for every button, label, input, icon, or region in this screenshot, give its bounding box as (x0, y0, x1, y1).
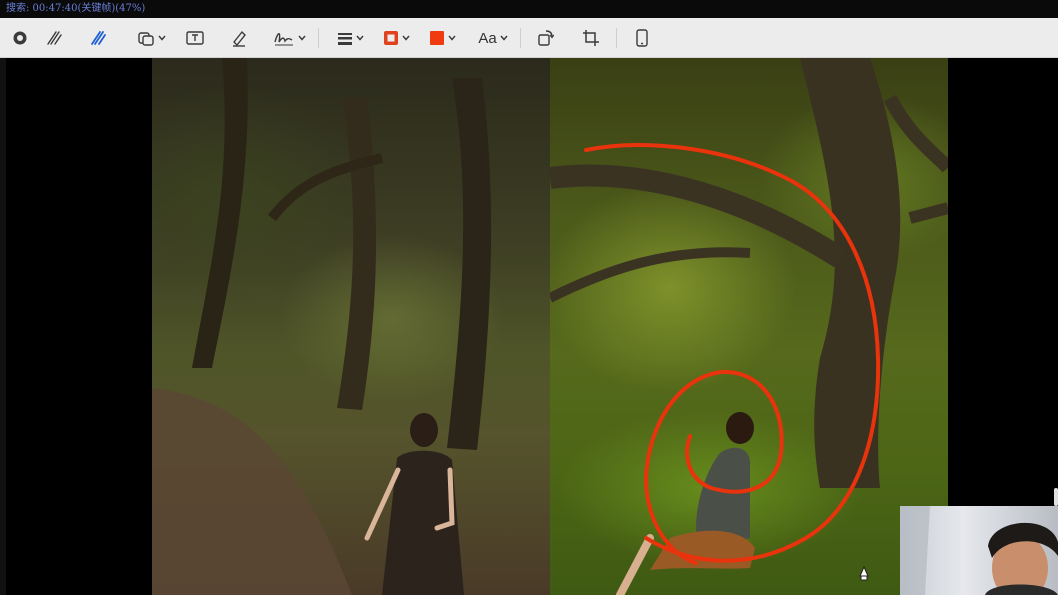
document-canvas[interactable] (6, 58, 1058, 595)
crop-button[interactable] (580, 24, 602, 52)
border-color-icon (383, 30, 399, 46)
rotate-icon (536, 29, 554, 47)
chevron-down-icon (355, 35, 364, 41)
rotate-button[interactable] (534, 24, 556, 52)
device-button[interactable] (632, 24, 652, 52)
pen-cursor-icon (858, 565, 870, 582)
sketch-button[interactable] (44, 24, 66, 52)
text-box-button[interactable] (184, 24, 206, 52)
record-icon (13, 31, 27, 45)
toolbar-divider (318, 28, 319, 48)
signature-button[interactable] (272, 24, 306, 52)
markup-toolbar: Aa (0, 18, 1058, 58)
chevron-down-icon (157, 35, 166, 41)
shapes-icon (137, 29, 155, 47)
chevron-down-icon (297, 35, 306, 41)
highlight-icon (230, 29, 248, 47)
chevron-down-icon (447, 35, 456, 41)
device-icon (636, 29, 648, 47)
chevron-down-icon (500, 35, 508, 41)
sketch-icon (46, 29, 64, 47)
signature-icon (273, 29, 295, 47)
font-label: Aa (478, 29, 497, 47)
draw-icon (90, 29, 108, 47)
toolbar-divider (520, 28, 521, 48)
draw-button[interactable] (88, 24, 110, 52)
border-color-button[interactable] (380, 24, 412, 52)
highlight-button[interactable] (228, 24, 250, 52)
scrollbar[interactable] (1054, 488, 1058, 506)
text-box-icon (186, 30, 204, 46)
record-button[interactable] (10, 24, 30, 52)
line-style-icon (337, 31, 353, 45)
annotation-spiral-inner (643, 369, 784, 565)
annotation-spiral-outer (584, 143, 881, 563)
fill-color-icon (429, 30, 445, 46)
toolbar-divider (616, 28, 617, 48)
font-button[interactable]: Aa (476, 24, 510, 52)
status-line: 搜索: 00:47:40(关键帧)(47%) (0, 0, 1058, 18)
line-style-button[interactable] (334, 24, 366, 52)
chevron-down-icon (401, 35, 410, 41)
fill-color-button[interactable] (426, 24, 458, 52)
shapes-button[interactable] (134, 24, 168, 52)
webcam-overlay (900, 506, 1058, 595)
crop-icon (582, 29, 600, 47)
